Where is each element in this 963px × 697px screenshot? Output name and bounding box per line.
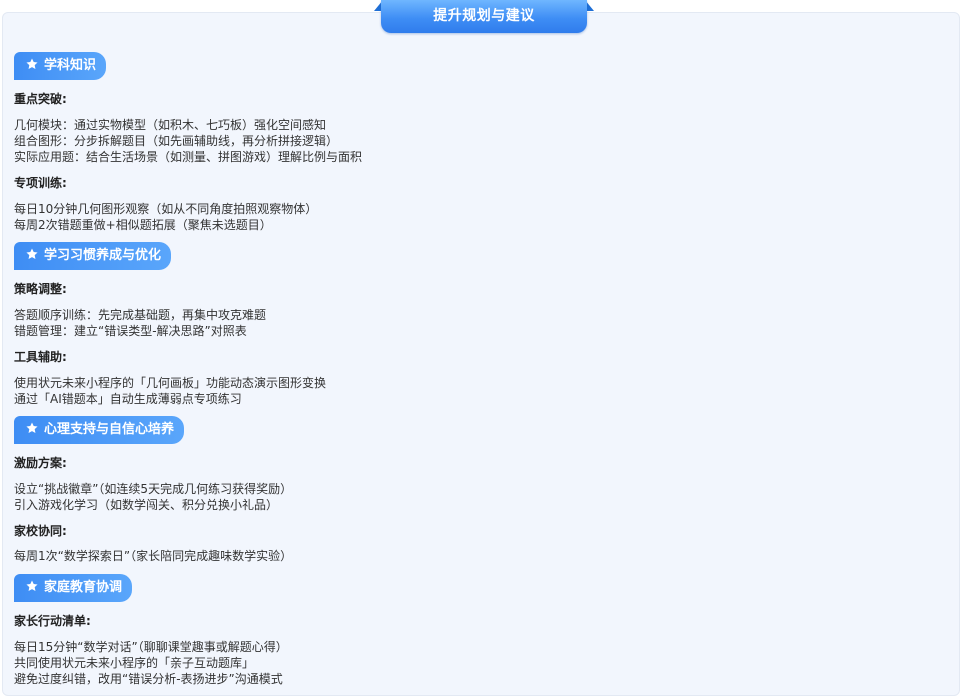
section-title: 学科知识 bbox=[44, 58, 97, 73]
section-badge-family-education: 家庭教育协调 bbox=[14, 574, 133, 602]
star-icon bbox=[26, 58, 38, 70]
group-heading: 工具辅助: bbox=[14, 350, 67, 364]
list-item: 每日15分钟“数学对话”（聊聊课堂趣事或解题心得） bbox=[14, 640, 288, 654]
section-title: 家庭教育协调 bbox=[44, 580, 123, 595]
list-item: 设立“挑战徽章”（如连续5天完成几何练习获得奖励） bbox=[14, 482, 293, 496]
list-item: 引入游戏化学习（如数学闯关、积分兑换小礼品） bbox=[14, 498, 279, 512]
list-item: 避免过度纠错，改用“错误分析-表扬进步”沟通模式 bbox=[14, 672, 283, 686]
star-icon bbox=[26, 580, 38, 592]
plan-card bbox=[2, 12, 960, 696]
list-item: 每周1次“数学探索日”（家长陪同完成趣味数学实验） bbox=[14, 549, 293, 563]
list-item: 错题管理：建立“错误类型-解决思路”对照表 bbox=[14, 324, 247, 338]
group-heading: 重点突破: bbox=[14, 92, 67, 106]
section-badge-study-habits: 学习习惯养成与优化 bbox=[14, 242, 172, 270]
section-badge-psychological-support: 心理支持与自信心培养 bbox=[14, 416, 185, 444]
star-icon bbox=[26, 422, 38, 434]
list-item: 答题顺序训练：先完成基础题，再集中攻克难题 bbox=[14, 308, 267, 322]
group-heading: 策略调整: bbox=[14, 282, 67, 296]
group-heading: 激励方案: bbox=[14, 456, 67, 470]
section-title: 心理支持与自信心培养 bbox=[44, 422, 175, 437]
list-item: 每周2次错题重做+相似题拓展（聚焦未选题目） bbox=[14, 218, 272, 232]
list-item: 通过「AI错题本」自动生成薄弱点专项练习 bbox=[14, 392, 242, 406]
list-item: 使用状元未来小程序的「几何画板」功能动态演示图形变换 bbox=[14, 376, 327, 390]
group-heading: 专项训练: bbox=[14, 176, 67, 190]
list-item: 组合图形：分步拆解题目（如先画辅助线，再分析拼接逻辑） bbox=[14, 134, 339, 148]
section-badge-subject-knowledge: 学科知识 bbox=[14, 52, 107, 80]
list-item: 实际应用题：结合生活场景（如测量、拼图游戏）理解比例与面积 bbox=[14, 150, 363, 164]
list-item: 每日10分钟几何图形观察（如从不同角度拍照观察物体） bbox=[14, 202, 318, 216]
star-icon bbox=[26, 248, 38, 260]
section-title: 学习习惯养成与优化 bbox=[44, 248, 162, 263]
header-tab: 提升规划与建议 bbox=[374, 0, 594, 34]
list-item: 共同使用状元未来小程序的「亲子互动题库」 bbox=[14, 656, 255, 670]
header-title: 提升规划与建议 bbox=[381, 0, 587, 33]
group-heading: 家校协同: bbox=[14, 524, 67, 538]
list-item: 几何模块：通过实物模型（如积木、七巧板）强化空间感知 bbox=[14, 118, 327, 132]
group-heading: 家长行动清单: bbox=[14, 614, 91, 628]
